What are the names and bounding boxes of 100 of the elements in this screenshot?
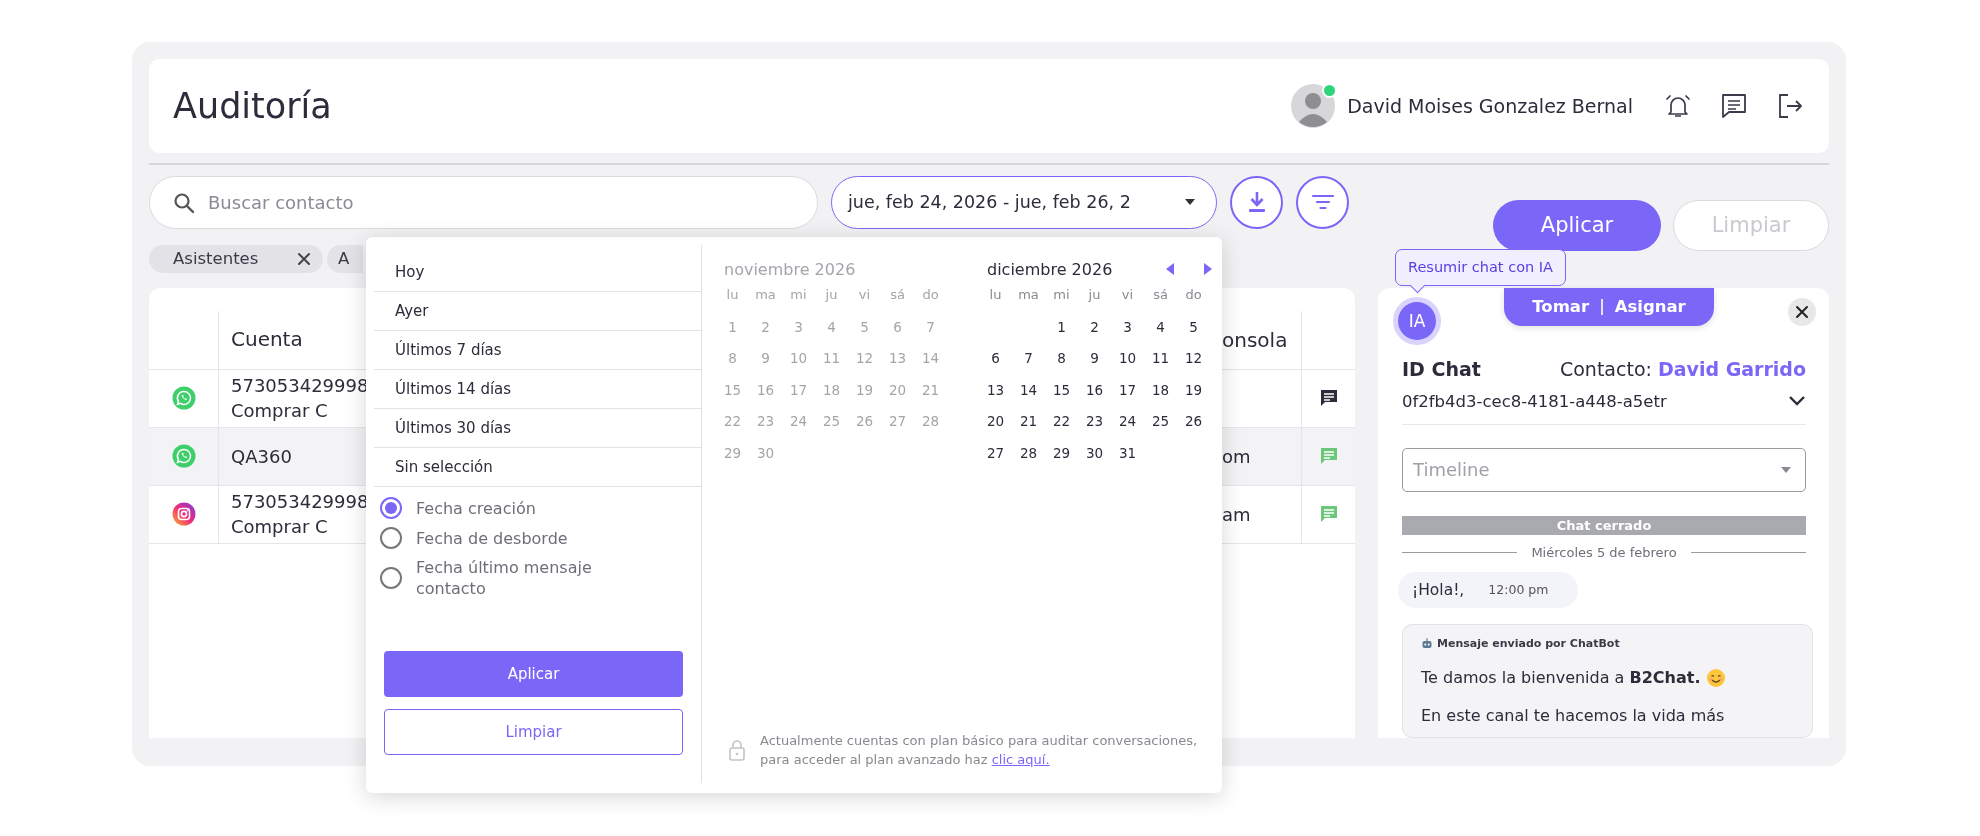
calendar-day[interactable]: 6	[991, 350, 1000, 367]
calendar-day: 14	[921, 350, 940, 367]
close-icon[interactable]	[297, 251, 311, 266]
calendar-day[interactable]: 27	[986, 444, 1005, 461]
calendar-day: 20	[888, 381, 907, 398]
apply-button[interactable]: Aplicar	[384, 651, 683, 697]
calendar-day[interactable]: 14	[1019, 381, 1038, 398]
calendar-day: 25	[822, 413, 841, 430]
calendar-day[interactable]: 18	[1151, 381, 1170, 398]
calendar-day[interactable]: 31	[1118, 444, 1137, 461]
calendar-day: 29	[723, 444, 742, 461]
contact-link[interactable]: David Garrido	[1657, 357, 1806, 380]
search-field[interactable]: Buscar contacto	[149, 175, 818, 229]
calendar-day[interactable]: 13	[986, 381, 1005, 398]
preset-option[interactable]: Ayer	[374, 292, 701, 331]
calendar-day: 26	[855, 413, 874, 430]
calendar-day: 15	[723, 381, 742, 398]
take-button[interactable]: Tomar	[1530, 297, 1592, 316]
status-banner: Chat cerrado	[1402, 515, 1806, 535]
clear-button[interactable]: Limpiar	[384, 709, 683, 755]
calendar-day: 21	[921, 381, 940, 398]
calendar-day[interactable]: 12	[1184, 350, 1203, 367]
calendar-day: 11	[822, 350, 841, 367]
radio-label: Fecha último mensaje contacto	[416, 557, 593, 599]
calendar-day[interactable]: 5	[1189, 318, 1198, 335]
chat-icon[interactable]	[1719, 91, 1749, 121]
robot-icon	[1421, 637, 1433, 649]
calendar-day: 5	[860, 318, 869, 335]
calendar-day[interactable]: 1	[1057, 318, 1066, 335]
filter-button[interactable]	[1296, 175, 1349, 229]
calendar-day: 2	[761, 318, 770, 335]
previous-arrow-icon[interactable]	[1164, 262, 1176, 276]
close-icon[interactable]	[1795, 304, 1809, 319]
calendar-day[interactable]: 17	[1118, 381, 1137, 398]
calendar-day: 27	[888, 413, 907, 430]
message-text: Te damos la bienvenida a B2Chat.	[1421, 668, 1701, 687]
calendar-day[interactable]: 25	[1151, 413, 1170, 430]
calendar-day: 4	[827, 318, 836, 335]
calendar-day[interactable]: 28	[1019, 444, 1038, 461]
lock-icon	[728, 739, 746, 761]
calendar-day[interactable]: 19	[1184, 381, 1203, 398]
contact-label: Contacto: David Garrido	[1559, 357, 1806, 380]
phone-bubble-icon	[171, 444, 196, 468]
calendar-day: 24	[789, 413, 808, 430]
calendar-day[interactable]: 7	[1024, 350, 1033, 367]
radio-button[interactable]	[380, 567, 402, 589]
month-title: noviembre 2026	[724, 259, 857, 279]
calendar-day[interactable]: 29	[1052, 444, 1071, 461]
calendar-day[interactable]: 30	[1085, 444, 1104, 461]
filter-chip[interactable]: A	[327, 244, 363, 273]
calendar-day[interactable]: 23	[1085, 413, 1104, 430]
calendar-day[interactable]: 9	[1090, 350, 1099, 367]
field-label: ID Chat	[1402, 357, 1481, 380]
calendar-day: 3	[794, 318, 803, 335]
search-icon	[173, 191, 195, 214]
preset-option[interactable]: Últimos 14 días	[374, 370, 701, 409]
assign-button[interactable]: Asignar	[1612, 297, 1688, 316]
weekday-label: ma	[1018, 287, 1039, 304]
calendar-day[interactable]: 2	[1090, 318, 1099, 335]
close-button[interactable]	[1788, 297, 1816, 326]
calendar-day[interactable]: 20	[986, 413, 1005, 430]
calendar-day[interactable]: 16	[1085, 381, 1104, 398]
chat-id: 0f2fb4d3-cec8-4181-a448-a5etr	[1402, 391, 1667, 411]
calendar-day[interactable]: 4	[1156, 318, 1165, 335]
calendar-day: 10	[789, 350, 808, 367]
preset-option[interactable]: Últimos 30 días	[374, 409, 701, 448]
chevron-down-icon[interactable]	[1788, 395, 1806, 407]
next-arrow-icon[interactable]	[1202, 262, 1214, 276]
weekday-label: ju	[825, 287, 838, 304]
message-icon[interactable]	[1318, 388, 1339, 408]
download-button[interactable]	[1230, 175, 1283, 229]
calendar-day[interactable]: 10	[1118, 350, 1137, 367]
radio-button[interactable]	[380, 527, 402, 549]
calendar-day[interactable]: 21	[1019, 413, 1038, 430]
calendar-day[interactable]: 8	[1057, 350, 1066, 367]
calendar-day[interactable]: 3	[1123, 318, 1132, 335]
calendar-day[interactable]: 11	[1151, 350, 1170, 367]
preset-option[interactable]: Hoy	[374, 253, 701, 292]
calendar-day: 13	[888, 350, 907, 367]
link[interactable]: clic aquí.	[991, 752, 1050, 767]
calendar-day: 12	[855, 350, 874, 367]
filter-chip[interactable]: Asistentes	[149, 244, 323, 273]
radio-button[interactable]	[380, 497, 402, 519]
message-bubble: ¡Hola!, 12:00 pm	[1398, 571, 1579, 608]
preset-option[interactable]: Sin selección	[374, 448, 701, 487]
date-range-field[interactable]: jue, feb 24, 2026 - jue, feb 26, 2	[831, 175, 1217, 229]
calendar-day[interactable]: 22	[1052, 413, 1071, 430]
calendar-day[interactable]: 24	[1118, 413, 1137, 430]
calendar-day[interactable]: 26	[1184, 413, 1203, 430]
calendar-day: 16	[756, 381, 775, 398]
calendar-day[interactable]: 15	[1052, 381, 1071, 398]
smiley-icon	[1706, 667, 1727, 688]
apply-button[interactable]: Aplicar	[1493, 199, 1661, 251]
calendar-day: 23	[756, 413, 775, 430]
page-title: Auditoría	[173, 86, 333, 126]
preset-option[interactable]: Últimos 7 días	[374, 331, 701, 370]
plan-notice: Actualmente cuentas con plan básico para auditar conversaciones, para acceder al plan avanzado haz clic aquí.	[760, 732, 1199, 769]
timeline-select[interactable]: Timeline	[1402, 447, 1806, 492]
calendar-day: 9	[761, 350, 770, 367]
weekday-label: lu	[989, 287, 1002, 304]
